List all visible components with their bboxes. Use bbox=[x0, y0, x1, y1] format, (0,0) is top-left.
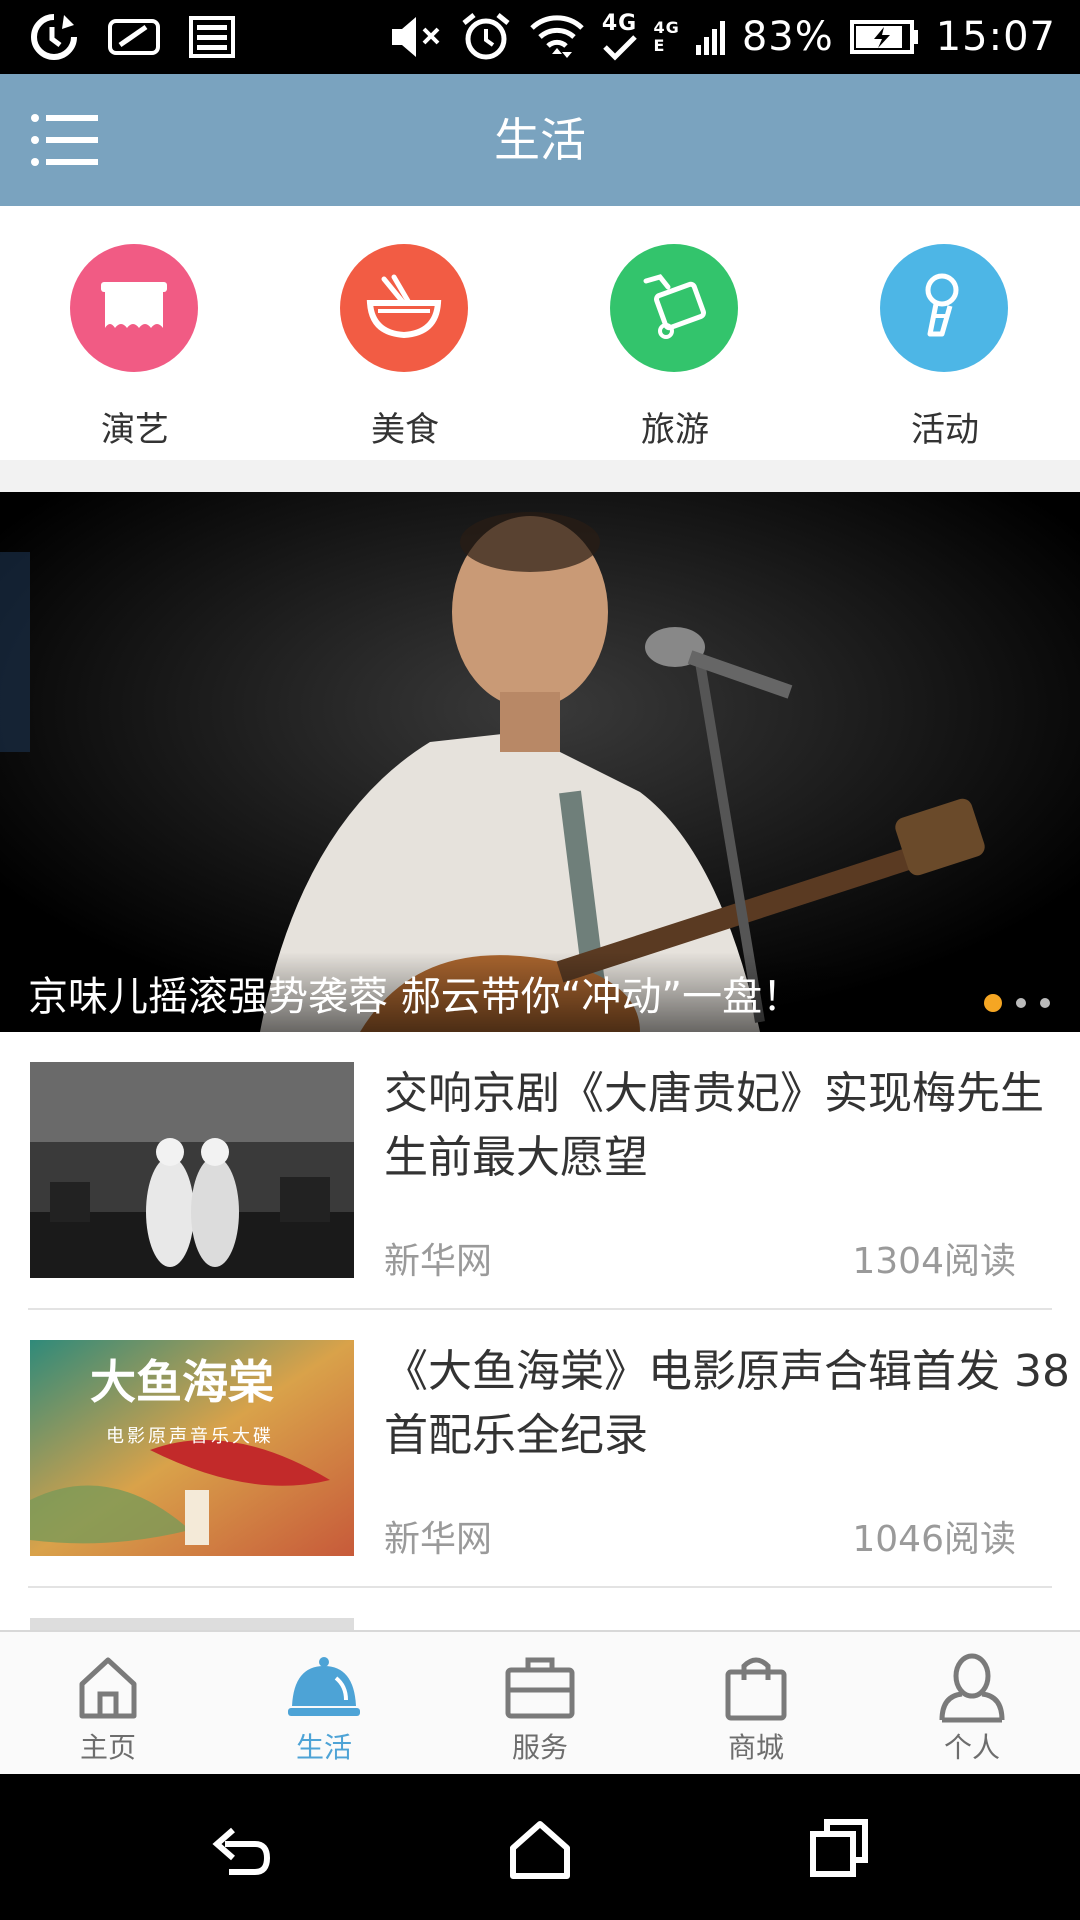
carousel-indicator bbox=[984, 994, 1050, 1012]
category-label: 美食 bbox=[371, 410, 439, 450]
bowl-icon bbox=[340, 244, 468, 372]
news-thumbnail bbox=[30, 1062, 354, 1278]
status-bar: 4G 4G E 83% 15:07 bbox=[0, 0, 1080, 74]
home-nav-icon[interactable] bbox=[505, 1814, 575, 1884]
category-activity[interactable]: 活动 bbox=[810, 206, 1080, 460]
category-label: 演艺 bbox=[101, 410, 169, 450]
tab-personal[interactable]: 个人 bbox=[864, 1632, 1080, 1776]
briefcase-icon bbox=[505, 1657, 575, 1719]
category-label: 旅游 bbox=[641, 410, 709, 450]
battery-charging-icon bbox=[849, 20, 918, 54]
network-label: 4G bbox=[601, 11, 638, 36]
news-read-count: 1304阅读 bbox=[852, 1241, 1016, 1282]
featured-banner[interactable]: 京味儿摇滚强势袭蓉 郝云带你“冲动”一盘！ bbox=[0, 492, 1080, 1032]
battery-percent: 83% bbox=[741, 14, 834, 60]
clock: 15:07 bbox=[935, 14, 1056, 60]
signal-4g-label: 4G bbox=[653, 18, 680, 37]
list-item[interactable]: 大鱼海棠 电影原声音乐大碟 《大鱼海棠》电影原声合辑首发 38首配乐全纪录 新华… bbox=[28, 1310, 1070, 1588]
tab-mall[interactable]: 商城 bbox=[648, 1632, 864, 1776]
shopping-bag-icon bbox=[725, 1657, 787, 1721]
signal-e-label: E bbox=[653, 36, 666, 55]
luggage-icon bbox=[610, 244, 738, 372]
image-icon bbox=[189, 16, 235, 58]
mute-icon bbox=[391, 17, 439, 57]
category-label: 活动 bbox=[911, 410, 979, 450]
banner-caption: 京味儿摇滚强势袭蓉 郝云带你“冲动”一盘！ bbox=[28, 974, 803, 1020]
check-icon bbox=[602, 35, 637, 61]
sync-icon bbox=[31, 14, 77, 60]
tab-label: 服务 bbox=[511, 1731, 568, 1764]
tab-label: 个人 bbox=[943, 1731, 1000, 1764]
news-list: 交响京剧《大唐贵妃》实现梅先生生前最大愿望 新华网 1304阅读 大鱼海棠 电影… bbox=[0, 1032, 1080, 1632]
category-row: 演艺 美食 旅游 活动 bbox=[0, 206, 1080, 460]
tab-label: 生活 bbox=[295, 1731, 352, 1764]
category-performance[interactable]: 演艺 bbox=[0, 206, 270, 460]
tab-life[interactable]: 生活 bbox=[216, 1632, 432, 1776]
person-icon bbox=[939, 1653, 1005, 1723]
screen: 4G 4G E 83% 15:07 生活 演艺 美食 旅游 活动 京味儿摇滚强势… bbox=[0, 0, 1080, 1920]
tab-service[interactable]: 服务 bbox=[432, 1632, 648, 1776]
category-food[interactable]: 美食 bbox=[270, 206, 540, 460]
carousel-dot[interactable] bbox=[1040, 998, 1050, 1008]
tab-home[interactable]: 主页 bbox=[0, 1632, 216, 1776]
page-title: 生活 bbox=[494, 113, 586, 167]
carousel-dot[interactable] bbox=[1016, 998, 1026, 1008]
news-source: 新华网 bbox=[384, 1241, 493, 1282]
news-source: 新华网 bbox=[384, 1519, 493, 1560]
news-read-count: 1046阅读 bbox=[852, 1519, 1016, 1560]
wifi-icon bbox=[529, 15, 584, 58]
bottom-tab-bar: 主页 生活 服务 商城 个人 bbox=[0, 1630, 1080, 1774]
news-title: 交响京剧《大唐贵妃》实现梅先生生前最大愿望 bbox=[384, 1068, 1044, 1183]
app-header: 生活 bbox=[0, 74, 1080, 206]
sd-card-icon bbox=[108, 19, 160, 55]
carousel-dot-active[interactable] bbox=[984, 994, 1002, 1012]
news-thumbnail: 大鱼海棠 电影原声音乐大碟 bbox=[30, 1340, 354, 1556]
system-nav-bar bbox=[0, 1774, 1080, 1920]
signal-indicator: 4G E bbox=[654, 19, 680, 55]
thumbnail-subtitle: 电影原声音乐大碟 bbox=[106, 1426, 274, 1447]
home-icon bbox=[79, 1657, 137, 1719]
list-item[interactable]: 交响京剧《大唐贵妃》实现梅先生生前最大愿望 新华网 1304阅读 bbox=[28, 1032, 1052, 1310]
tab-label: 商城 bbox=[727, 1731, 784, 1764]
category-travel[interactable]: 旅游 bbox=[540, 206, 810, 460]
bell-icon bbox=[288, 1657, 360, 1716]
news-title: 《大鱼海棠》电影原声合辑首发 38首配乐全纪录 bbox=[384, 1346, 1070, 1461]
network-4g-indicator: 4G bbox=[602, 13, 638, 61]
back-icon[interactable] bbox=[205, 1814, 275, 1884]
list-item[interactable] bbox=[28, 1588, 1052, 1632]
banner-image bbox=[0, 492, 1080, 1032]
microphone-icon bbox=[880, 244, 1008, 372]
tab-label: 主页 bbox=[79, 1731, 136, 1764]
thumbnail-title: 大鱼海棠 bbox=[90, 1355, 274, 1409]
signal-bars-icon bbox=[695, 21, 725, 55]
recent-apps-icon[interactable] bbox=[805, 1814, 875, 1884]
alarm-icon bbox=[461, 13, 510, 60]
stage-icon bbox=[70, 244, 198, 372]
